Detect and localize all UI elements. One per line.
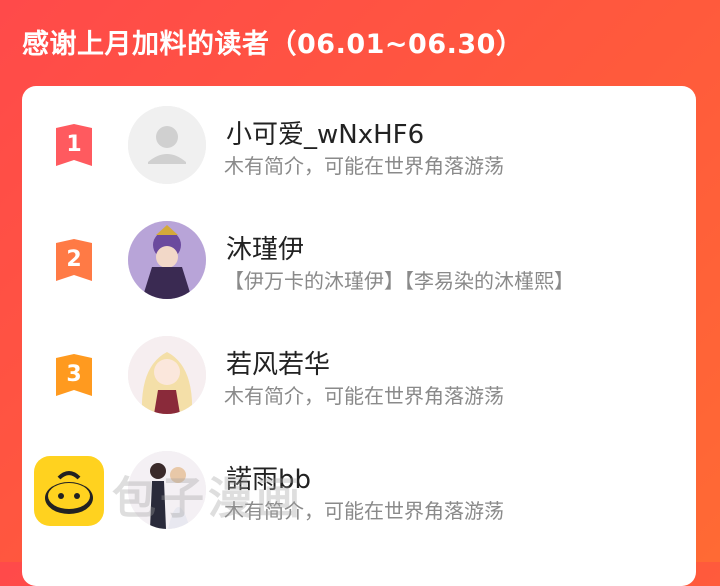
watermark-text: 包子漫画: [112, 473, 304, 524]
reader-intro: 木有简介，可能在世界角落游荡: [224, 384, 504, 408]
rank-badge-icon: 1: [54, 124, 94, 170]
reader-name[interactable]: 若风若华: [226, 344, 330, 381]
reader-intro: 木有简介，可能在世界角落游荡: [224, 154, 504, 178]
rank-badge-icon: 2: [54, 239, 94, 285]
anime-avatar[interactable]: [128, 336, 206, 414]
reader-row[interactable]: 2 沐瑾伊 【伊万卡的沐瑾伊】【李易染的沐槿熙】: [22, 201, 696, 317]
rank-number: 1: [66, 132, 81, 157]
reader-intro: 【伊万卡的沐瑾伊】【李易染的沐槿熙】: [224, 269, 574, 293]
reader-name[interactable]: 小可爱_wNxHF6: [226, 114, 424, 151]
bun-logo-icon: [34, 456, 104, 526]
rank-number: 2: [66, 247, 81, 272]
reader-name[interactable]: 沐瑾伊: [226, 229, 304, 266]
reader-row[interactable]: 3 若风若华 木有简介，可能在世界角落游荡: [22, 316, 696, 432]
page-title: 感谢上月加料的读者（06.01~06.30）: [22, 29, 524, 60]
anime-avatar[interactable]: [128, 221, 206, 299]
reader-row[interactable]: 1 小可爱_wNxHF6 木有简介，可能在世界角落游荡: [22, 86, 696, 202]
rank-badge-icon: 3: [54, 354, 94, 400]
default-avatar-icon[interactable]: [128, 106, 206, 184]
rank-number: 3: [66, 362, 81, 387]
